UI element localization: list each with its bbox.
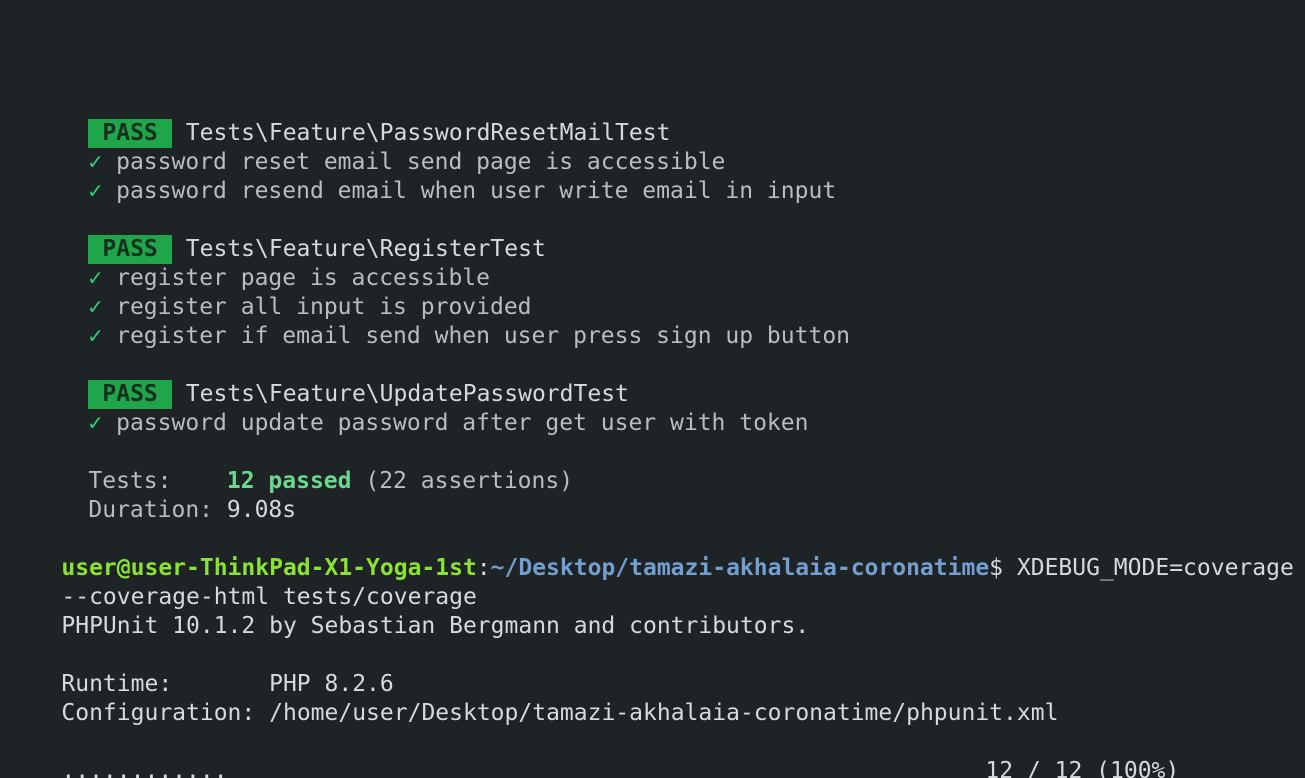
check-icon: ✓ — [88, 410, 103, 436]
progress-dots: ............ — [6, 728, 227, 778]
test-name: password resend email when user write em… — [116, 178, 837, 204]
configuration-label: Configuration: — [61, 700, 256, 726]
check-icon: ✓ — [88, 323, 103, 349]
terminal-window[interactable]: PASS Tests\Feature\PasswordResetMailTest … — [0, 0, 1305, 778]
test-result: ✓ register all input is provided — [33, 264, 531, 320]
progress-count: 12 / 12 (100%) — [930, 728, 1179, 778]
prompt-dollar: $ — [989, 555, 1004, 581]
duration-value: 9.08s — [226, 497, 297, 523]
test-result: ✓ password reset email send page is acce… — [33, 119, 725, 175]
shell-prompt[interactable]: user@user-ThinkPad-X1-Yoga-1st:~/Desktop… — [6, 525, 1305, 581]
prompt-colon: : — [476, 555, 491, 581]
configuration-line: Configuration: /home/user/Desktop/tamazi… — [6, 670, 1058, 726]
test-result: ✓ password update password after get use… — [33, 380, 808, 436]
configuration-value: /home/user/Desktop/tamazi-akhalaia-coron… — [269, 700, 1059, 726]
command-text: XDEBUG_MODE=coverage ./v — [1016, 555, 1294, 581]
duration-label: Duration: — [88, 497, 214, 523]
suite-header: PASS Tests\Feature\PasswordResetMailTest — [33, 90, 670, 148]
test-result: ✓ password resend email when user write … — [33, 148, 836, 204]
test-name: password update password after get user … — [116, 410, 809, 436]
check-icon: ✓ — [88, 178, 103, 204]
phpunit-banner: PHPUnit 10.1.2 by Sebastian Bergmann and… — [6, 583, 809, 639]
command-continuation: --coverage-html tests/coverage — [6, 554, 476, 610]
test-result: ✓ register page is accessible — [33, 235, 490, 291]
test-result: ✓ register if email send when user press… — [33, 293, 850, 349]
progress-count-text: 12 / 12 (100%) — [985, 758, 1180, 778]
progress-dots-text: ............ — [61, 758, 228, 778]
suite-header: PASS Tests\Feature\UpdatePasswordTest — [33, 351, 629, 409]
test-name: register if email send when user press s… — [116, 323, 851, 349]
assertions-count: (22 assertions) — [365, 468, 574, 494]
phpunit-banner-text: PHPUnit 10.1.2 by Sebastian Bergmann and… — [61, 613, 810, 639]
summary-duration: Duration: 9.08s — [33, 467, 296, 523]
prompt-path: ~/Desktop/tamazi-akhalaia-coronatime — [490, 555, 990, 581]
suite-header: PASS Tests\Feature\RegisterTest — [33, 206, 546, 264]
runtime-line: Runtime: PHP 8.2.6 — [6, 641, 393, 697]
summary-tests: Tests: 12 passed (22 assertions) — [33, 438, 573, 494]
